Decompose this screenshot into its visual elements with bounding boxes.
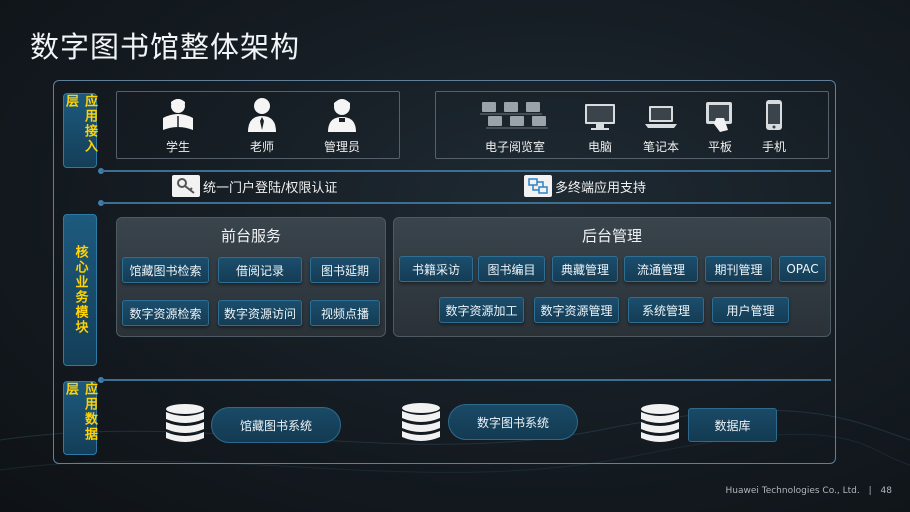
divider-line: [101, 202, 831, 204]
user-label-admin: 管理员: [323, 140, 360, 154]
btn-borrow-records[interactable]: 借阅记录: [218, 257, 302, 283]
btn-video-on-demand[interactable]: 视频点播: [310, 300, 380, 326]
user-label-student: 学生: [165, 140, 190, 154]
device-tablet: 平板: [700, 98, 740, 155]
multi-terminal-support: 多终端应用支持: [524, 175, 646, 197]
collection-system: 馆藏图书系统: [211, 407, 341, 443]
btn-digital-management[interactable]: 数字资源管理: [534, 297, 619, 323]
device-label-laptop: 笔记本: [642, 140, 679, 154]
reading-room-icon: [480, 102, 548, 129]
frontend-title: 前台服务: [220, 227, 281, 245]
device-reading-room: 电子阅览室: [480, 98, 550, 155]
btn-digital-processing[interactable]: 数字资源加工: [439, 297, 524, 323]
btn-system-management[interactable]: 系统管理: [628, 297, 704, 323]
teacher-icon: [248, 98, 276, 132]
database: 数据库: [688, 408, 777, 442]
layer-tab-access: 应用接入层: [63, 93, 97, 168]
database-icon: [641, 404, 679, 442]
footer-separator: |: [868, 486, 872, 496]
backend-title: 后台管理: [581, 227, 642, 245]
btn-digital-search[interactable]: 数字资源检索: [122, 300, 209, 326]
device-label-tablet: 平板: [707, 140, 732, 154]
user-admin: 管理员: [320, 96, 364, 155]
btn-book-renewal[interactable]: 图书延期: [310, 257, 380, 283]
btn-collection-search[interactable]: 馆藏图书检索: [122, 257, 209, 283]
user-student: 学生: [158, 96, 198, 155]
btn-periodicals[interactable]: 期刊管理: [705, 256, 772, 282]
btn-cataloging[interactable]: 图书编目: [478, 256, 545, 282]
footer-page-number: 48: [880, 486, 892, 496]
device-label-phone: 手机: [761, 140, 786, 154]
laptop-icon: [645, 106, 677, 128]
admin-icon: [328, 99, 356, 132]
btn-digital-access[interactable]: 数字资源访问: [218, 300, 302, 326]
layer-tab-data: 应用数据层: [63, 381, 97, 455]
btn-collection-management[interactable]: 典藏管理: [552, 256, 618, 282]
user-label-teacher: 老师: [249, 140, 274, 154]
btn-user-management[interactable]: 用户管理: [712, 297, 789, 323]
database-icon: [166, 404, 204, 442]
footer: Huawei Technologies Co., Ltd. | 48: [725, 486, 892, 496]
btn-circulation[interactable]: 流通管理: [624, 256, 698, 282]
device-desktop: 电脑: [580, 98, 620, 155]
btn-acquisition[interactable]: 书籍采访: [399, 256, 473, 282]
portal-auth: 统一门户登陆/权限认证: [172, 175, 337, 197]
layer-tab-core: 核心业务模块: [63, 214, 97, 366]
device-phone: 手机: [756, 98, 792, 155]
page-title: 数字图书馆整体架构: [30, 30, 301, 64]
user-teacher: 老师: [240, 96, 284, 155]
btn-opac[interactable]: OPAC: [779, 256, 826, 282]
phone-icon: [766, 100, 782, 130]
network-icon: [524, 175, 552, 197]
device-laptop: 笔记本: [638, 98, 684, 155]
multi-terminal-label: 多终端应用支持: [555, 180, 647, 196]
desktop-icon: [585, 104, 615, 130]
database-icon: [402, 403, 440, 441]
tablet-icon: [706, 102, 732, 132]
device-label-desktop: 电脑: [587, 140, 612, 154]
portal-auth-label: 统一门户登陆/权限认证: [203, 180, 338, 196]
digital-library-system: 数字图书系统: [448, 404, 578, 440]
divider-line: [101, 379, 831, 381]
divider-line: [101, 170, 831, 172]
footer-company: Huawei Technologies Co., Ltd.: [725, 486, 860, 496]
key-icon: [172, 175, 200, 197]
device-label-reading-room: 电子阅览室: [484, 140, 545, 154]
student-icon: [163, 99, 193, 130]
